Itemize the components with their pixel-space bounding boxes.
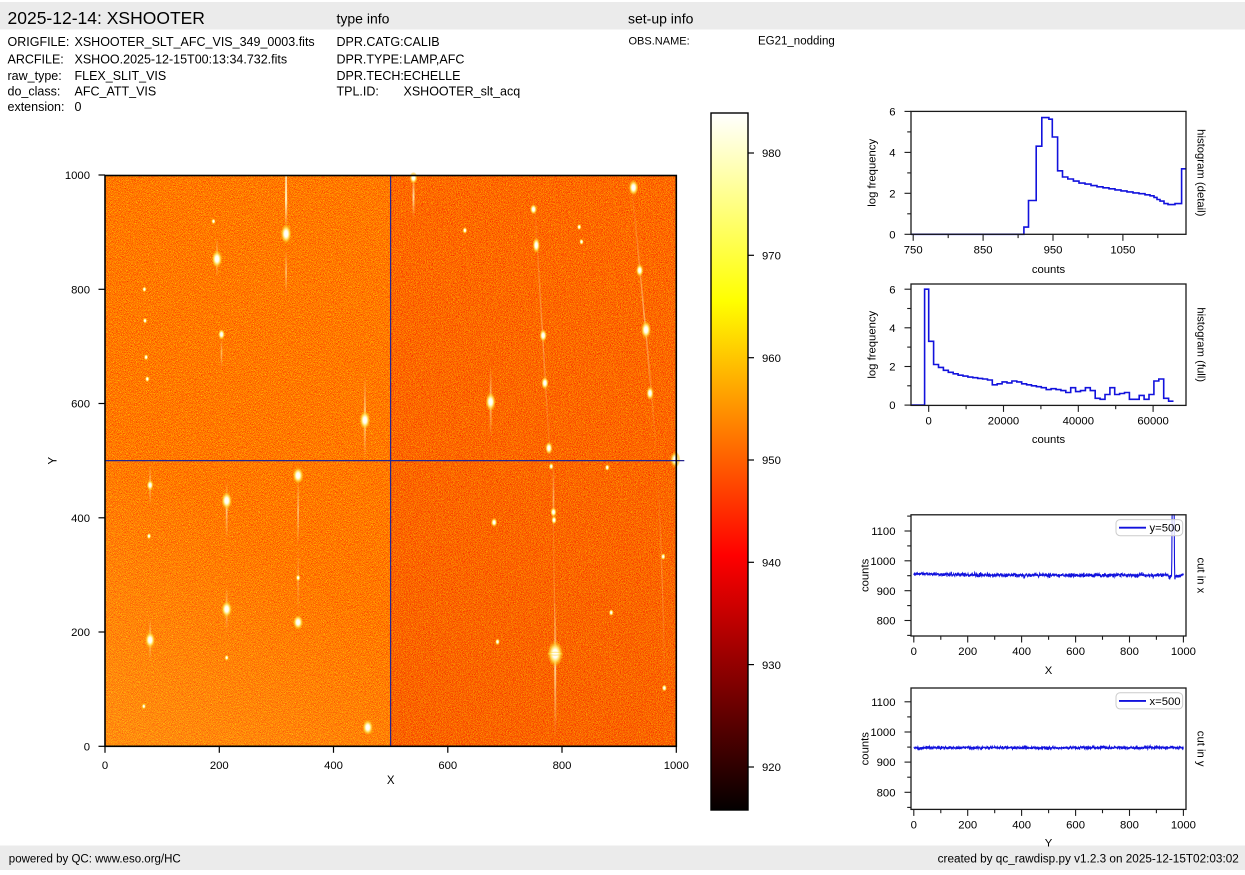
svg-text:750: 750 [904,244,923,256]
svg-text:0: 0 [75,100,82,114]
svg-text:40000: 40000 [1063,416,1094,428]
svg-text:200: 200 [958,646,977,658]
svg-text:400: 400 [1012,820,1031,832]
svg-text:counts: counts [1032,264,1066,276]
svg-text:600: 600 [1066,820,1085,832]
svg-text:OBS.NAME:: OBS.NAME: [629,36,690,48]
svg-text:TPL.ID:: TPL.ID: [337,85,379,99]
svg-text:counts: counts [860,732,872,766]
svg-text:ORIGFILE:: ORIGFILE: [8,35,70,49]
svg-text:200: 200 [71,627,90,639]
svg-text:DPR.TYPE:: DPR.TYPE: [337,52,403,66]
svg-text:1000: 1000 [870,556,895,568]
svg-text:log frequency: log frequency [867,139,879,207]
svg-text:0: 0 [911,646,917,658]
svg-text:0: 0 [84,741,90,753]
svg-text:800: 800 [877,787,896,799]
svg-text:X: X [387,775,395,787]
svg-text:6: 6 [889,284,895,296]
svg-text:800: 800 [71,284,90,296]
svg-text:1000: 1000 [1171,646,1196,658]
svg-text:EG21_nodding: EG21_nodding [758,36,835,48]
svg-text:XSHOO.2025-12-15T00:13:34.732.: XSHOO.2025-12-15T00:13:34.732.fits [75,52,288,66]
svg-text:cut in x: cut in x [1195,558,1207,594]
svg-text:do_class:: do_class: [8,85,61,99]
svg-text:930: 930 [762,660,781,672]
svg-text:2: 2 [889,362,895,374]
svg-text:XSHOOTER_slt_acq: XSHOOTER_slt_acq [404,85,521,99]
svg-text:940: 940 [762,557,781,569]
svg-text:920: 920 [762,762,781,774]
svg-text:900: 900 [877,757,896,769]
svg-text:DPR.TECH:: DPR.TECH: [337,69,404,83]
svg-text:600: 600 [1066,646,1085,658]
svg-text:1000: 1000 [664,760,689,772]
svg-text:cut in y: cut in y [1195,731,1207,767]
svg-text:FLEX_SLIT_VIS: FLEX_SLIT_VIS [75,69,167,83]
svg-text:800: 800 [877,616,896,628]
svg-text:60000: 60000 [1137,416,1168,428]
svg-text:980: 980 [762,148,781,160]
svg-text:histogram (full): histogram (full) [1195,307,1207,382]
svg-text:1000: 1000 [1171,820,1196,832]
svg-text:created by qc_rawdisp.py v1.2.: created by qc_rawdisp.py v1.2.3 on 2025-… [938,852,1239,865]
svg-text:type info: type info [337,10,390,26]
svg-text:X: X [1045,665,1053,677]
svg-text:XSHOOTER_SLT_AFC_VIS_349_0003.: XSHOOTER_SLT_AFC_VIS_349_0003.fits [75,35,315,49]
svg-text:CALIB: CALIB [404,35,440,49]
svg-text:ARCFILE:: ARCFILE: [8,52,64,66]
svg-text:600: 600 [438,760,457,772]
svg-text:counts: counts [1032,434,1066,446]
svg-text:1100: 1100 [871,526,895,538]
svg-text:4: 4 [889,147,895,159]
svg-text:0: 0 [911,820,917,832]
svg-text:800: 800 [553,760,572,772]
svg-text:600: 600 [71,399,90,411]
svg-text:powered by QC: www.eso.org/HC: powered by QC: www.eso.org/HC [9,853,181,865]
svg-text:800: 800 [1120,820,1139,832]
svg-text:Y: Y [1045,837,1053,849]
svg-text:Y: Y [48,456,60,464]
svg-text:20000: 20000 [988,416,1019,428]
svg-text:0: 0 [926,416,932,428]
svg-text:400: 400 [71,513,90,525]
svg-text:log frequency: log frequency [867,310,879,378]
svg-text:200: 200 [958,820,977,832]
svg-text:400: 400 [1012,646,1031,658]
svg-text:1000: 1000 [65,170,90,182]
svg-text:AFC_ATT_VIS: AFC_ATT_VIS [75,85,157,99]
svg-text:900: 900 [877,586,896,598]
svg-text:800: 800 [1120,646,1139,658]
svg-text:0: 0 [102,760,108,772]
svg-text:0: 0 [889,400,895,412]
svg-text:850: 850 [974,244,993,256]
svg-text:4: 4 [889,323,895,335]
svg-text:970: 970 [762,250,781,262]
svg-text:LAMP,AFC: LAMP,AFC [404,52,465,66]
svg-text:set-up info: set-up info [628,10,694,26]
svg-text:histogram (detail): histogram (detail) [1195,129,1207,217]
svg-text:400: 400 [324,760,343,772]
svg-text:extension:: extension: [8,100,65,114]
svg-text:1000: 1000 [870,727,895,739]
svg-text:950: 950 [762,455,781,467]
svg-text:y=500: y=500 [1150,523,1181,535]
svg-text:1100: 1100 [871,697,895,709]
svg-text:x=500: x=500 [1150,696,1181,708]
svg-text:1050: 1050 [1110,244,1135,256]
svg-text:200: 200 [210,760,229,772]
svg-text:raw_type:: raw_type: [8,69,62,83]
svg-text:2025-12-14: XSHOOTER: 2025-12-14: XSHOOTER [8,8,205,28]
svg-text:DPR.CATG:: DPR.CATG: [337,35,404,49]
svg-text:2: 2 [889,188,895,200]
svg-text:ECHELLE: ECHELLE [404,69,461,83]
svg-text:950: 950 [1044,244,1063,256]
svg-text:6: 6 [889,107,895,119]
svg-text:960: 960 [762,353,781,365]
svg-text:0: 0 [889,229,895,241]
svg-text:counts: counts [860,558,872,592]
